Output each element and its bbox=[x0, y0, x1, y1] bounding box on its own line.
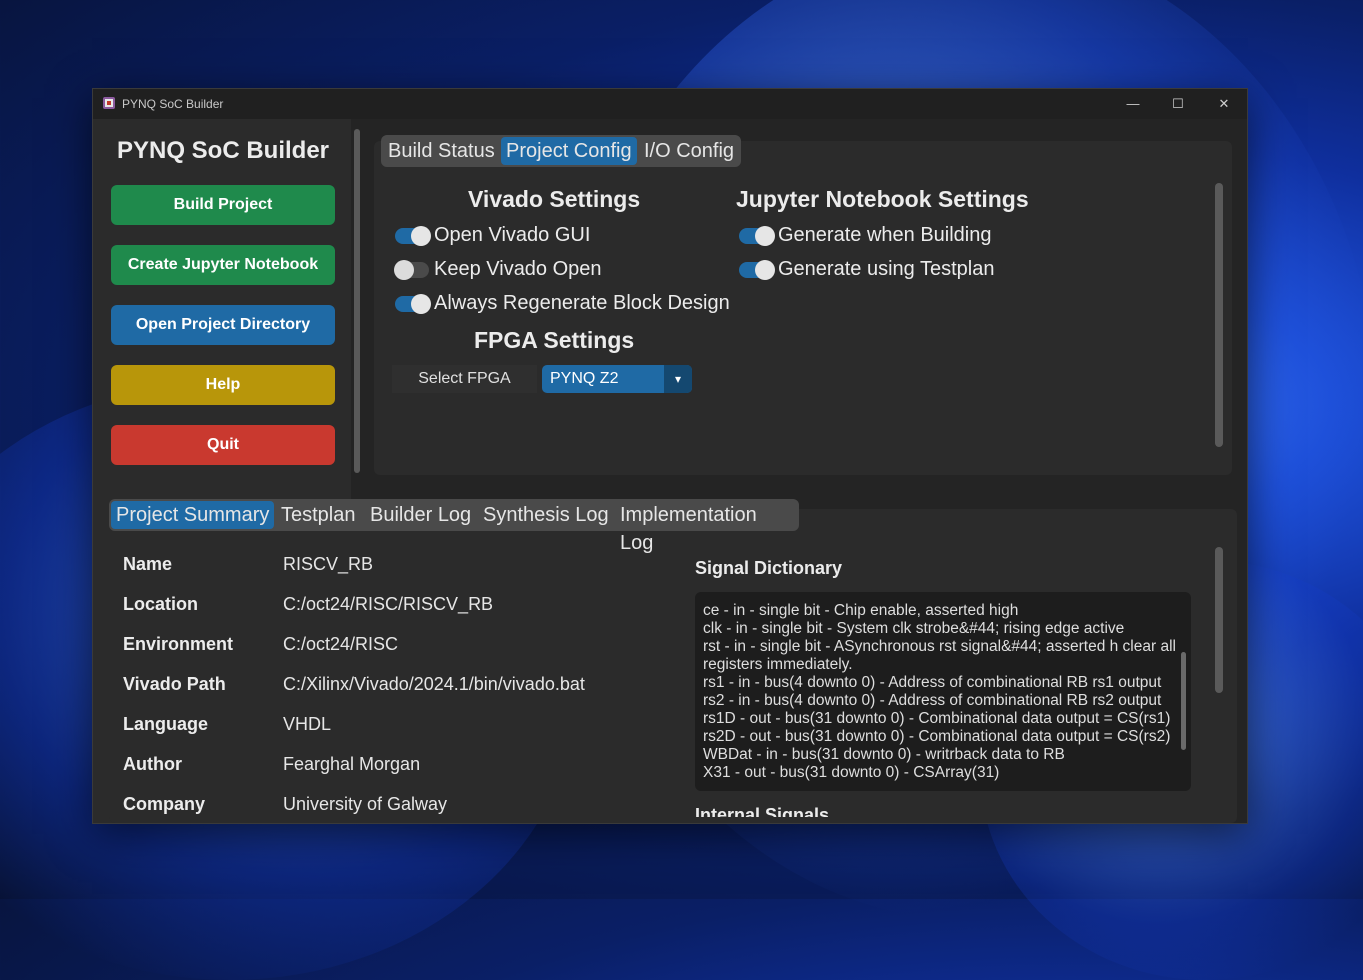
generate-using-testplan-label: Generate using Testplan bbox=[778, 258, 995, 280]
summary-value-author: Fearghal Morgan bbox=[283, 754, 421, 774]
generate-when-building-toggle[interactable] bbox=[739, 226, 775, 246]
fpga-select-value: PYNQ Z2 bbox=[550, 370, 619, 387]
summary-value-company: University of Galway bbox=[283, 794, 448, 814]
signal-line: X31 - out - bus(31 downto 0) - CSArray(3… bbox=[703, 764, 1000, 781]
minimize-button[interactable]: — bbox=[1110, 89, 1156, 119]
summary-scrollbar[interactable] bbox=[1215, 547, 1223, 693]
tab-testplan[interactable]: Testplan bbox=[276, 501, 361, 529]
fpga-select[interactable]: PYNQ Z2 ▾ bbox=[542, 365, 692, 393]
summary-value-environment: C:/oct24/RISC bbox=[283, 634, 399, 654]
fpga-settings-title: FPGA Settings bbox=[474, 327, 635, 353]
tab-io-config[interactable]: I/O Config bbox=[639, 137, 739, 165]
tab-builder-log[interactable]: Builder Log bbox=[365, 501, 476, 529]
summary-value-name: RISCV_RB bbox=[283, 554, 374, 574]
open-project-directory-button[interactable]: Open Project Directory bbox=[111, 305, 335, 345]
signal-line: rs2 - in - bus(4 downto 0) - Address of … bbox=[703, 692, 1162, 709]
summary-value-vivado-path: C:/Xilinx/Vivado/2024.1/bin/vivado.bat bbox=[283, 674, 585, 694]
help-button[interactable]: Help bbox=[111, 365, 335, 405]
app-icon bbox=[103, 97, 115, 109]
regenerate-block-design-label: Always Regenerate Block Design bbox=[434, 292, 730, 314]
close-button[interactable]: ✕ bbox=[1201, 89, 1247, 119]
title-bar[interactable]: PYNQ SoC Builder — ☐ ✕ bbox=[93, 89, 1247, 119]
signal-dictionary-textbox[interactable]: ce - in - single bit - Chip enable, asse… bbox=[695, 592, 1191, 791]
internal-signals-title: Internal Signals bbox=[695, 805, 830, 817]
create-jupyter-notebook-button[interactable]: Create Jupyter Notebook bbox=[111, 245, 335, 285]
tab-implementation-log[interactable]: Implementation Log bbox=[615, 501, 799, 554]
quit-button[interactable]: Quit bbox=[111, 425, 335, 465]
summary-key-author: Author bbox=[123, 754, 182, 774]
signal-line: ce - in - single bit - Chip enable, asse… bbox=[703, 602, 1019, 619]
summary-value-language: VHDL bbox=[283, 714, 332, 734]
signal-line: rst - in - single bit - ASynchronous rst… bbox=[703, 638, 1176, 673]
summary-key-environment: Environment bbox=[123, 634, 234, 654]
jupyter-settings-title: Jupyter Notebook Settings bbox=[736, 186, 1029, 212]
signal-line: WBDat - in - bus(31 downto 0) - writrbac… bbox=[703, 746, 1065, 763]
signal-line: clk - in - single bit - System clk strob… bbox=[703, 620, 1125, 637]
summary-value-location: C:/oct24/RISC/RISCV_RB bbox=[283, 594, 494, 614]
top-tabbar: Build Status Project Config I/O Config bbox=[381, 135, 741, 167]
tab-build-status[interactable]: Build Status bbox=[383, 137, 500, 165]
signal-dictionary-scrollbar[interactable] bbox=[1181, 652, 1186, 750]
signal-line: rs1 - in - bus(4 downto 0) - Address of … bbox=[703, 674, 1162, 691]
tab-project-summary[interactable]: Project Summary bbox=[111, 501, 275, 529]
build-project-button[interactable]: Build Project bbox=[111, 185, 335, 225]
bottom-tabbar: Project Summary Testplan Builder Log Syn… bbox=[109, 499, 799, 554]
summary-key-company: Company bbox=[123, 794, 206, 814]
keep-vivado-open-label: Keep Vivado Open bbox=[434, 258, 602, 280]
keep-vivado-open-toggle[interactable] bbox=[394, 260, 429, 280]
generate-when-building-label: Generate when Building bbox=[778, 224, 992, 246]
summary-key-name: Name bbox=[123, 554, 173, 574]
signal-dictionary-title: Signal Dictionary bbox=[695, 558, 843, 578]
open-vivado-gui-label: Open Vivado GUI bbox=[434, 224, 591, 246]
tab-project-config[interactable]: Project Config bbox=[501, 137, 637, 165]
regenerate-block-design-toggle[interactable] bbox=[395, 294, 431, 314]
chevron-down-icon[interactable]: ▾ bbox=[664, 365, 692, 393]
select-fpga-label: Select FPGA bbox=[392, 365, 537, 393]
generate-using-testplan-toggle[interactable] bbox=[739, 260, 775, 280]
summary-key-language: Language bbox=[123, 714, 209, 734]
window-title: PYNQ SoC Builder bbox=[122, 97, 224, 111]
open-vivado-gui-toggle[interactable] bbox=[395, 226, 431, 246]
tab-synthesis-log[interactable]: Synthesis Log bbox=[478, 501, 614, 529]
config-scrollbar[interactable] bbox=[1215, 183, 1223, 447]
app-window: PYNQ SoC Builder — ☐ ✕ PYNQ SoC Builder … bbox=[92, 88, 1248, 824]
signal-line: rs2D - out - bus(31 downto 0) - Combinat… bbox=[703, 728, 1171, 745]
summary-key-location: Location bbox=[123, 594, 198, 614]
vivado-settings-title: Vivado Settings bbox=[468, 186, 641, 212]
sidebar-scrollbar[interactable] bbox=[354, 129, 360, 473]
signal-line: rs1D - out - bus(31 downto 0) - Combinat… bbox=[703, 710, 1171, 727]
maximize-button[interactable]: ☐ bbox=[1155, 89, 1201, 119]
sidebar-app-title: PYNQ SoC Builder bbox=[116, 137, 330, 164]
summary-key-vivado-path: Vivado Path bbox=[123, 674, 226, 694]
